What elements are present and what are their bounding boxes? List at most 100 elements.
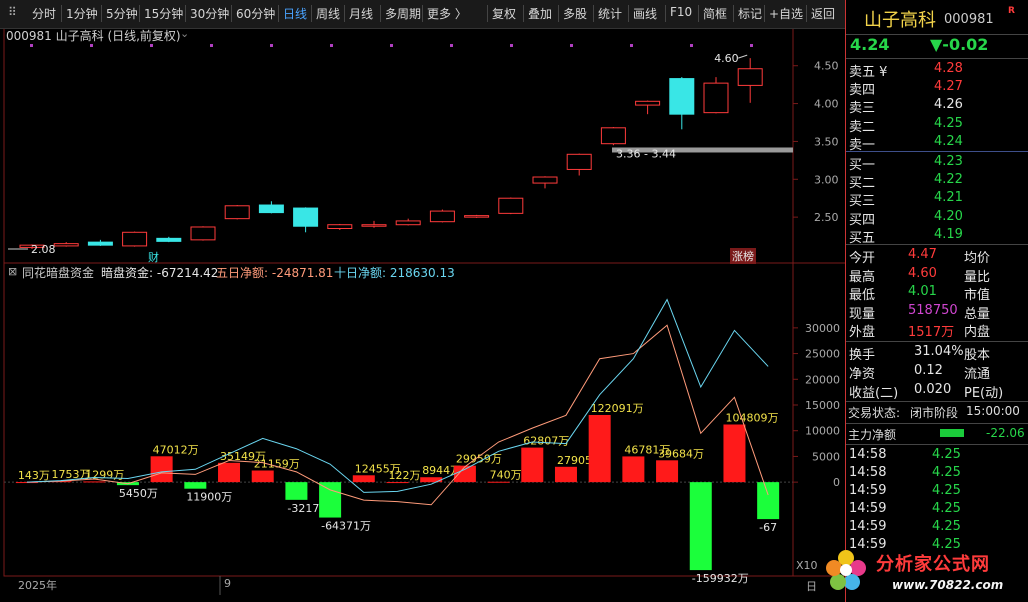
stat-row: 最低 4.01 市值 [846,284,1028,304]
toolbar-separator [628,5,629,22]
stat-value: 4.47 [908,247,937,262]
date-label-mid: 9 [224,577,231,590]
flow-bar [319,482,342,518]
toolbar-item-2[interactable]: 5分钟 [106,5,138,22]
toolbar-separator [422,5,423,22]
metric-value: 31.04% [914,344,964,359]
candle-body [327,224,353,229]
bid-row: 买三 4.21 [846,190,1028,210]
toolbar-item-13[interactable]: 多股 [563,5,587,22]
divider [846,401,1028,402]
flow-bar [352,475,375,483]
metric-label-2: 股本 [964,348,991,363]
toolbar-item-20[interactable]: 返回 [811,5,835,22]
marker-zhang[interactable]: 涨榜 [730,248,756,264]
candle-body [156,237,182,242]
toolbar-item-1[interactable]: 1分钟 [66,5,98,22]
grip-icon[interactable]: ⠿ [8,5,17,19]
toolbar-item-6[interactable]: 日线 [283,5,307,22]
metric-label-2: 流通 [964,367,991,382]
toolbar-item-7[interactable]: 周线 [316,5,340,22]
toolbar-item-19[interactable]: +自选 [769,5,803,22]
flow-label: 21159万 [254,458,300,471]
toolbar-item-18[interactable]: 标记 [738,5,762,22]
tick-row: 14:59 4.25 [846,537,1028,555]
divider [846,444,1028,445]
stat-row: 最高 4.60 量比 [846,265,1028,285]
range-label: 3.36 - 3.44 [616,147,676,160]
candle-body [361,224,387,227]
event-dot [210,44,213,47]
toolbar-item-9[interactable]: 多周期 [385,5,421,22]
chart-area[interactable]: 4.50 4.00 3.50 3.00 2.50 3.36 - 3.44 4.60 2.08 3… [0,27,845,602]
flow-bar [83,481,106,483]
stat-row: 现量 518750 总量 [846,303,1028,322]
toolbar-item-16[interactable]: F10 [670,5,692,19]
quote-panel: 山子高科 000981 R 4.24 ▼-0.02 交易状态: 闭市阶段 15:… [826,0,1028,602]
tick-row: 14:59 4.25 [846,483,1028,501]
flow-bar [251,470,274,483]
marker-cai[interactable]: 财 [148,249,159,265]
flow-label: -64371万 [321,520,371,533]
watermark-url: www.70822.com [892,578,1004,592]
flow-bar [487,481,510,483]
toolbar-separator [487,5,488,22]
event-dot [330,44,333,47]
toolbar-item-12[interactable]: 叠加 [528,5,552,22]
indicator-name[interactable]: 同花暗盘资金 [22,264,94,281]
toolbar-item-4[interactable]: 30分钟 [190,5,229,22]
stat-row: 今开 4.47 均价 [846,247,1028,266]
metric-value: 0.020 [914,382,952,397]
candle-body [737,68,763,86]
candle-body [464,215,490,218]
toolbar-separator [278,5,279,22]
flow-bar [150,456,173,483]
tick-price: 4.25 [932,465,961,480]
toolbar-item-15[interactable]: 画线 [633,5,657,22]
candle-body [703,82,729,114]
stat-label-2: 市值 [964,288,991,304]
chevron-down-icon[interactable]: ⌄ [180,27,189,40]
net-flow-value: -22.06 [986,426,1025,440]
toolbar-item-3[interactable]: 15分钟 [144,5,183,22]
candle-body [532,176,558,184]
bid-row: 买二 4.22 [846,172,1028,191]
flow-label: 11900万 [186,491,232,504]
indicator-close-icon[interactable]: ⊠ [8,265,17,278]
ask-level-label: 卖一 [849,137,876,153]
zoom-x10[interactable]: X10 [796,559,818,572]
flow-bar [588,414,611,483]
metric-row: 换手 31.04% 股本 [846,344,1028,363]
price-axis-label: 2.50 [814,211,839,224]
day-button[interactable]: 日 [806,578,817,594]
flow-label: 5450万 [119,487,158,500]
metric-label: 收益(二) [849,386,899,401]
toolbar-item-11[interactable]: 复权 [492,5,516,22]
toolbar-item-0[interactable]: 分时 [32,5,56,22]
toolbar-item-8[interactable]: 月线 [349,5,373,22]
event-dot [150,44,153,47]
ask-row: 卖三 4.26 [846,97,1028,116]
toolbar-item-14[interactable]: 统计 [598,5,622,22]
tick-time: 14:59 [849,537,887,552]
high-price-label: 4.60 [714,52,739,65]
stat-row: 外盘 1517万 内盘 [846,321,1028,340]
toolbar-item-10[interactable]: 更多 〉 [427,5,467,22]
stat-label: 最高 [849,269,876,285]
event-dot [390,44,393,47]
ind-axis-label: 20000 [805,373,840,386]
divider [846,58,1028,59]
bid-level-label: 买四 [849,212,876,228]
toolbar-item-5[interactable]: 60分钟 [236,5,275,22]
stat-value: 4.60 [908,265,937,281]
flow-bar [386,482,409,484]
chart-canvas[interactable]: 4.50 4.00 3.50 3.00 2.50 3.36 - 3.44 4.60 2.08 3… [0,29,845,602]
tick-time: 14:59 [849,501,887,516]
toolbar-item-17[interactable]: 简框 [703,5,727,22]
tick-time: 14:59 [849,519,887,534]
candle-body [53,243,79,247]
indicator-ten: 十日净额: 218630.13 [334,266,455,280]
price-axis-label: 3.00 [814,173,839,186]
bid-level-label: 买三 [849,194,876,210]
ask-price: 4.27 [934,79,963,95]
